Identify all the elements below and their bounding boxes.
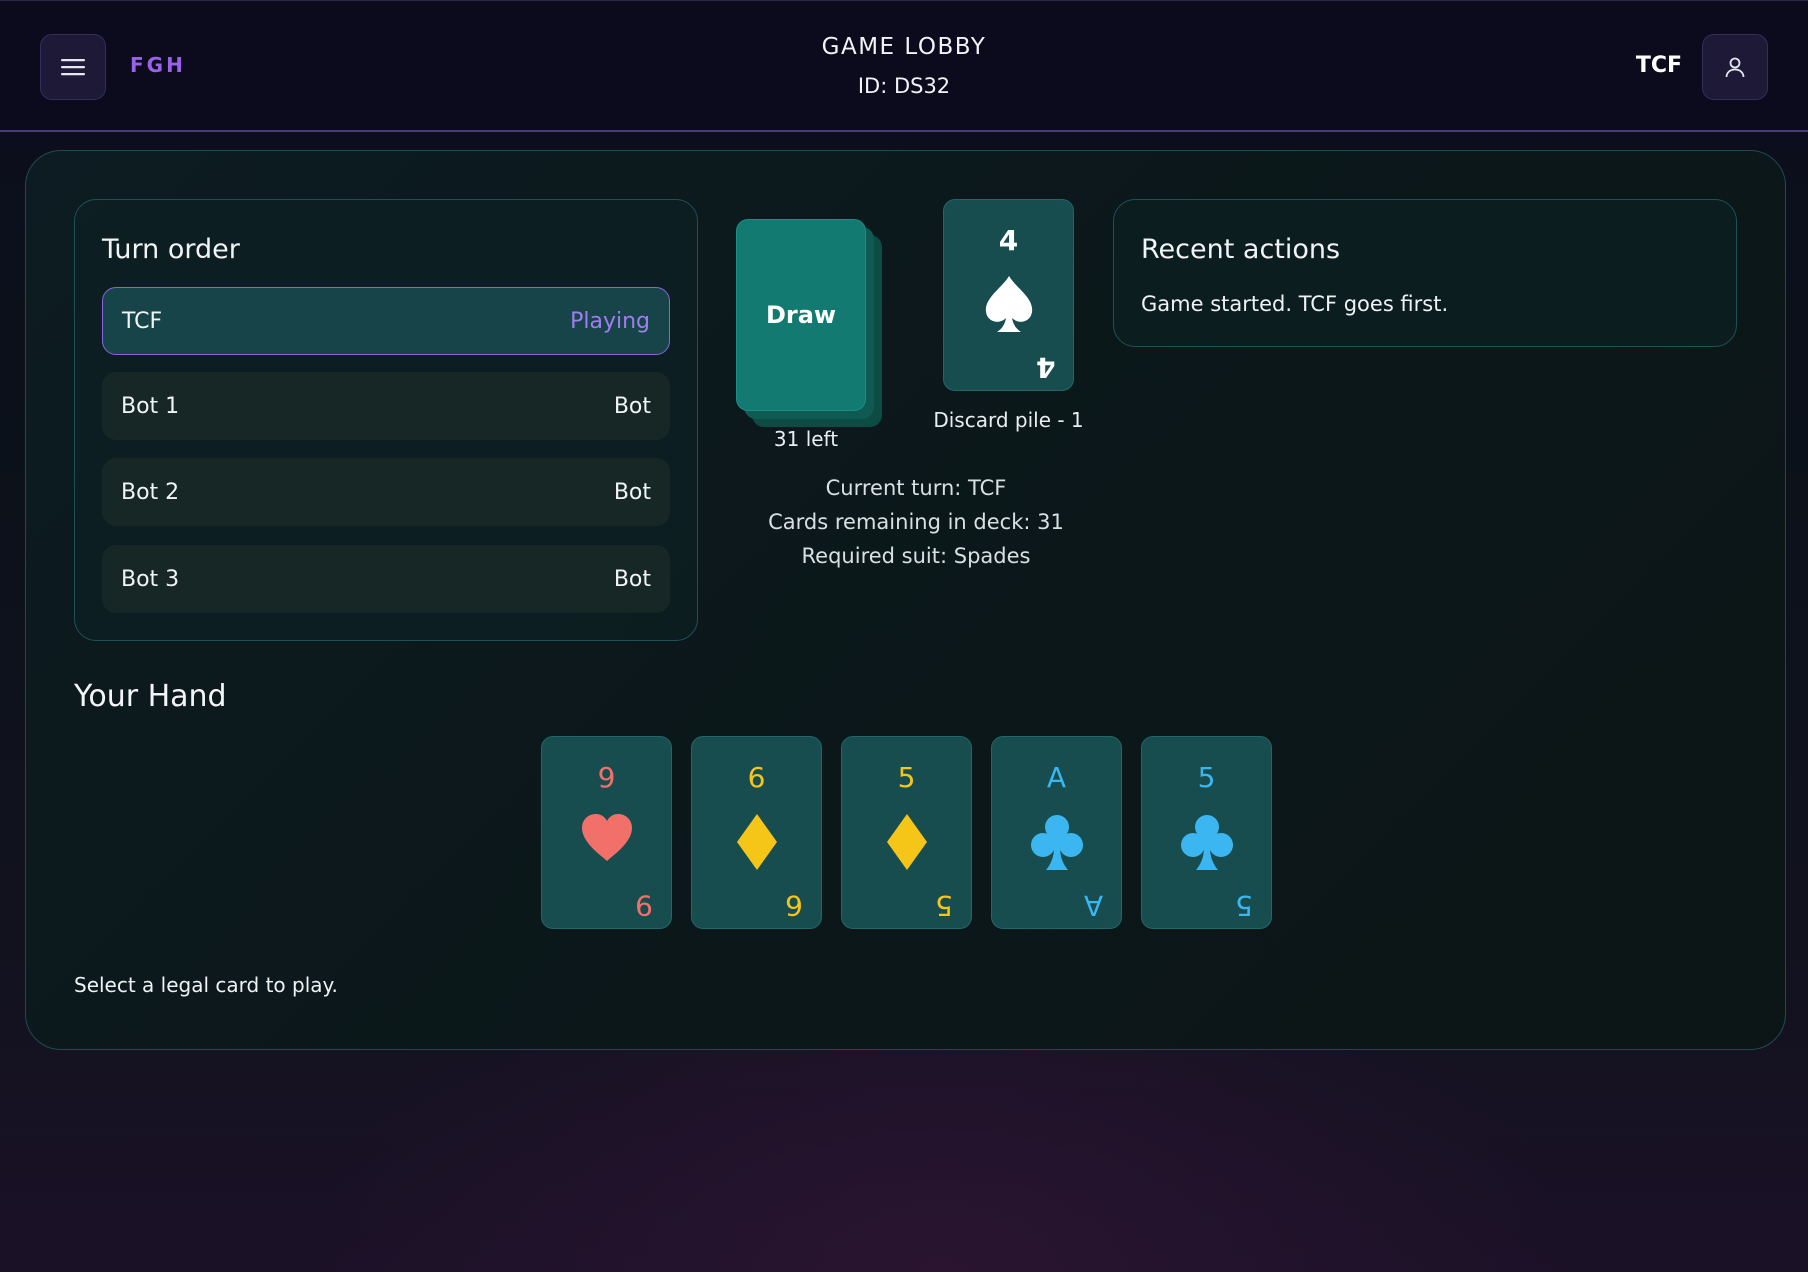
player-row-tcf: TCF Playing bbox=[102, 287, 670, 355]
profile-button[interactable] bbox=[1702, 34, 1768, 100]
card-rank-inverted: 9 bbox=[635, 889, 653, 922]
player-status: Bot bbox=[613, 479, 651, 505]
card-rank: A bbox=[1046, 761, 1067, 794]
club-icon bbox=[1142, 813, 1271, 871]
player-name: Bot 2 bbox=[121, 479, 180, 505]
recent-actions-panel: Recent actions Game started. TCF goes fi… bbox=[1113, 199, 1737, 347]
player-status: Bot bbox=[613, 566, 651, 592]
card-rank-inverted: 5 bbox=[935, 889, 953, 922]
lobby-id: ID: DS32 bbox=[857, 74, 951, 98]
player-name: Bot 3 bbox=[121, 566, 180, 592]
hand-hint: Select a legal card to play. bbox=[74, 973, 338, 997]
discard-pile-label: Discard pile - 1 bbox=[933, 408, 1084, 432]
required-suit: Required suit: Spades bbox=[801, 544, 1031, 568]
draw-button[interactable]: Draw bbox=[736, 219, 866, 411]
draw-deck[interactable]: Draw bbox=[736, 219, 886, 427]
player-row-bot-2: Bot 2 Bot bbox=[102, 458, 670, 526]
card-rank: 9 bbox=[597, 761, 616, 794]
turn-order-title: Turn order bbox=[102, 234, 240, 265]
turn-order-panel: Turn order TCF Playing Bot 1 Bot Bot 2 B… bbox=[74, 199, 698, 641]
player-name: TCF bbox=[122, 308, 163, 334]
hand-card-9-hearts[interactable]: 9 9 bbox=[541, 736, 672, 929]
recent-actions-title: Recent actions bbox=[1141, 234, 1341, 265]
card-rank: 5 bbox=[897, 761, 916, 794]
username: TCF bbox=[1635, 53, 1682, 78]
player-hand: 9 9 6 6 5 5 A A 5 5 bbox=[541, 736, 1281, 929]
spade-icon bbox=[944, 274, 1073, 334]
player-name: Bot 1 bbox=[121, 393, 180, 419]
card-rank: 5 bbox=[1197, 761, 1216, 794]
card-rank-inverted: 6 bbox=[785, 889, 803, 922]
hand-card-5-diamonds[interactable]: 5 5 bbox=[841, 736, 972, 929]
page-title: GAME LOBBY bbox=[821, 34, 987, 60]
discard-top-card: 4 4 bbox=[943, 199, 1074, 391]
deck-count: 31 left bbox=[773, 427, 839, 451]
game-board: Turn order TCF Playing Bot 1 Bot Bot 2 B… bbox=[25, 150, 1786, 1050]
card-rank: 4 bbox=[998, 224, 1019, 257]
hand-card-5-clubs[interactable]: 5 5 bbox=[1141, 736, 1272, 929]
hand-card-ace-clubs[interactable]: A A bbox=[991, 736, 1122, 929]
action-log-entry: Game started. TCF goes first. bbox=[1141, 292, 1449, 316]
game-status: Current turn: TCF Cards remaining in dec… bbox=[726, 471, 1106, 573]
user-icon bbox=[1725, 57, 1745, 78]
cards-remaining: Cards remaining in deck: 31 bbox=[768, 510, 1064, 534]
card-rank-inverted: A bbox=[1083, 889, 1103, 922]
player-row-bot-1: Bot 1 Bot bbox=[102, 372, 670, 440]
heart-icon bbox=[542, 813, 671, 863]
hand-title: Your Hand bbox=[74, 679, 227, 714]
card-rank-inverted: 4 bbox=[1035, 351, 1055, 384]
top-bar: FGH GAME LOBBY ID: DS32 TCF bbox=[0, 0, 1808, 132]
card-rank-inverted: 5 bbox=[1235, 889, 1253, 922]
current-turn: Current turn: TCF bbox=[825, 476, 1007, 500]
card-rank: 6 bbox=[747, 761, 766, 794]
player-status: Bot bbox=[613, 393, 651, 419]
player-row-bot-3: Bot 3 Bot bbox=[102, 545, 670, 613]
club-icon bbox=[992, 813, 1121, 871]
hand-card-6-diamonds[interactable]: 6 6 bbox=[691, 736, 822, 929]
diamond-icon bbox=[692, 813, 821, 871]
diamond-icon bbox=[842, 813, 971, 871]
player-status: Playing bbox=[570, 308, 650, 334]
